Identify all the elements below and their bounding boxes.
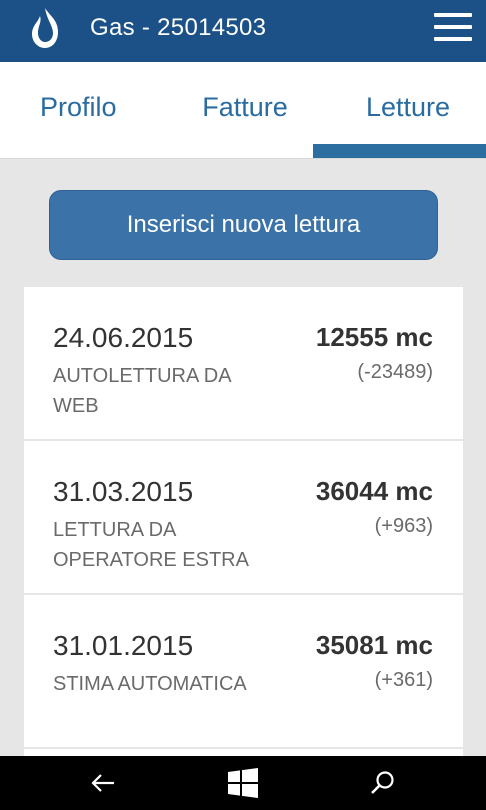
menu-line xyxy=(434,37,472,41)
tab-fatture[interactable]: Fatture xyxy=(177,62,314,158)
reading-source: AUTOLETTURA DA WEB xyxy=(53,365,231,417)
search-icon[interactable] xyxy=(353,756,413,810)
tab-profilo[interactable]: Profilo xyxy=(0,62,177,158)
reading-value: 36044 mc xyxy=(315,476,433,506)
reading-delta: (+361) xyxy=(374,669,433,691)
estra-flame-logo-icon xyxy=(32,8,58,48)
menu-line xyxy=(434,13,472,17)
tab-label: Profilo xyxy=(40,92,117,122)
reading-value: 12555 mc xyxy=(315,322,433,352)
list-item[interactable]: 31.01.2015 STIMA AUTOMATICA 35081 mc (+3… xyxy=(24,595,463,749)
reading-source: STIMA AUTOMATICA xyxy=(53,673,247,695)
tab-letture[interactable]: Letture xyxy=(313,62,486,158)
reading-date: 31.03.2015 xyxy=(53,476,194,507)
reading-value: 35081 mc xyxy=(315,630,433,660)
reading-delta: (+963) xyxy=(374,515,433,537)
tab-label: Letture xyxy=(365,92,451,122)
list-item[interactable]: 24.06.2015 AUTOLETTURA DA WEB 12555 mc (… xyxy=(24,287,463,441)
search-glyph xyxy=(371,771,394,794)
windows-logo-icon[interactable] xyxy=(213,756,273,810)
back-arrow-icon[interactable] xyxy=(73,756,133,810)
tab-bar: Profilo Fatture Letture xyxy=(0,62,486,159)
reading-source: LETTURA DA OPERATORE ESTRA xyxy=(53,519,249,571)
app-bar: Gas - 25014503 xyxy=(0,0,486,62)
new-reading-button[interactable]: Inserisci nuova lettura xyxy=(49,190,438,260)
active-tab-indicator xyxy=(313,144,486,158)
back-arrow-glyph xyxy=(91,774,114,792)
windows-logo-glyph xyxy=(228,768,258,798)
list-item[interactable]: 31.03.2015 LETTURA DA OPERATORE ESTRA 36… xyxy=(24,441,463,595)
system-nav-bar xyxy=(0,756,486,810)
hamburger-menu-icon[interactable] xyxy=(432,10,474,44)
reading-date: 24.06.2015 xyxy=(53,322,194,353)
menu-line xyxy=(434,25,472,29)
reading-delta: (-23489) xyxy=(357,361,433,383)
reading-date: 31.01.2015 xyxy=(53,630,194,661)
page-title: Gas - 25014503 xyxy=(90,14,267,41)
readings-list: 24.06.2015 AUTOLETTURA DA WEB 12555 mc (… xyxy=(24,287,463,759)
tab-label: Fatture xyxy=(202,92,288,122)
